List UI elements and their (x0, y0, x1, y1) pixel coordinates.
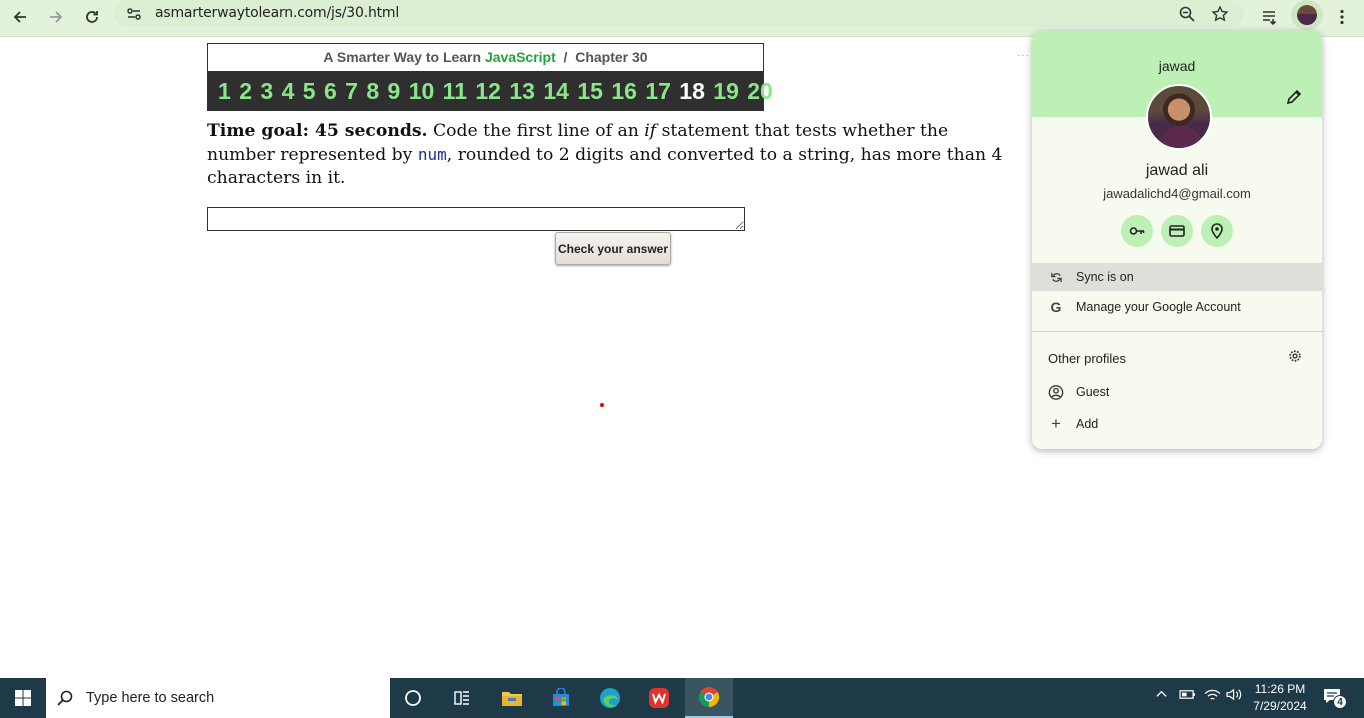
profile-email: jawadalichd4@gmail.com (1103, 186, 1251, 201)
sync-status[interactable]: Sync is on (1032, 263, 1322, 291)
passwords-key-icon[interactable] (1121, 215, 1153, 247)
wps-office-icon[interactable] (635, 678, 683, 718)
guest-person-icon (1048, 384, 1064, 401)
payment-card-icon[interactable] (1161, 215, 1193, 247)
profile-menu: jawad jawad ali jawadalichd4@gmail.com S… (1032, 31, 1322, 449)
time-goal: Time goal: 45 seconds. (207, 121, 428, 141)
chapter-link-9[interactable]: 9 (388, 78, 401, 105)
sync-label: Sync is on (1076, 270, 1134, 284)
chapter-header: A Smarter Way to Learn JavaScript / Chap… (207, 43, 773, 111)
notification-count-badge: 4 (1333, 695, 1347, 709)
clock-date: 7/29/2024 (1253, 699, 1307, 713)
question-part-1: Code the first line of an (427, 121, 645, 141)
plus-icon: + (1051, 414, 1061, 433)
reading-list-icon[interactable] (1255, 2, 1285, 32)
edge-icon[interactable] (586, 678, 634, 718)
chrome-icon[interactable] (685, 678, 733, 718)
google-g-icon: G (1050, 299, 1062, 315)
add-label: Add (1076, 417, 1099, 431)
microsoft-store-icon[interactable] (537, 678, 585, 718)
reload-icon[interactable] (77, 2, 107, 32)
windows-start-icon[interactable] (0, 678, 46, 718)
chapter-link-17[interactable]: 17 (645, 78, 671, 105)
title-javascript-link[interactable]: JavaScript (485, 49, 556, 65)
notifications-icon[interactable]: 4 (1322, 687, 1347, 709)
chapter-link-10[interactable]: 10 (409, 78, 435, 105)
other-profiles-heading: Other profiles (1048, 351, 1127, 366)
bookmark-star-icon[interactable] (1205, 0, 1235, 29)
chapter-link-4[interactable]: 4 (282, 78, 295, 105)
chapter-link-5[interactable]: 5 (303, 78, 316, 105)
windows-taskbar: Type here to search 11:26 PM 7/29/2024 4 (0, 678, 1364, 718)
title-chapter: / Chapter 30 (555, 49, 648, 65)
question-text: Time goal: 45 seconds. Code the first li… (207, 120, 1007, 190)
title-prefix: A Smarter Way to Learn (323, 49, 485, 65)
taskbar-search-input[interactable]: Type here to search (46, 678, 390, 718)
profile-full-name: jawad ali (1145, 162, 1209, 179)
edit-pencil-icon[interactable] (1285, 88, 1303, 106)
answer-textarea[interactable] (207, 207, 745, 231)
cortana-icon[interactable] (389, 678, 437, 718)
url-text: asmarterwaytolearn.com/js/30.html (155, 5, 400, 21)
more-menu-icon[interactable] (1327, 2, 1357, 32)
location-pin-icon[interactable] (1201, 215, 1233, 247)
chapter-link-15[interactable]: 15 (577, 78, 603, 105)
search-placeholder: Type here to search (86, 690, 215, 706)
divider (1032, 331, 1322, 332)
chapter-link-19[interactable]: 19 (713, 78, 739, 105)
task-view-icon[interactable] (438, 678, 486, 718)
zoom-icon[interactable] (1172, 0, 1202, 29)
chapter-link-1[interactable]: 1 (218, 78, 231, 105)
chapter-link-14[interactable]: 14 (543, 78, 569, 105)
ellipsis-dots: ··· (1017, 50, 1030, 61)
chapter-link-20[interactable]: 20 (747, 78, 773, 105)
guest-label: Guest (1076, 385, 1110, 399)
profile-avatar-icon[interactable] (1291, 0, 1323, 30)
forward-icon[interactable] (41, 2, 71, 32)
manage-profiles-gear-icon[interactable] (1288, 349, 1304, 365)
chapter-link-16[interactable]: 16 (611, 78, 637, 105)
chapter-link-7[interactable]: 7 (345, 78, 358, 105)
network-icon[interactable] (1204, 688, 1221, 704)
manage-account-item[interactable]: G Manage your Google Account (1032, 293, 1322, 321)
question-code-num: num (417, 145, 447, 164)
search-icon (57, 690, 73, 706)
question-if-keyword: if (644, 121, 657, 141)
file-explorer-icon[interactable] (488, 678, 536, 718)
chapter-link-2[interactable]: 2 (239, 78, 252, 105)
profile-display-name: jawad (1158, 58, 1196, 74)
guest-profile-item[interactable]: Guest (1032, 378, 1322, 406)
taskbar-clock[interactable]: 11:26 PM 7/29/2024 (1242, 681, 1318, 715)
chapter-link-13[interactable]: 13 (509, 78, 535, 105)
chapter-link-11[interactable]: 11 (443, 78, 467, 105)
add-profile-item[interactable]: + Add (1032, 410, 1322, 438)
site-info-icon[interactable] (119, 0, 149, 29)
chapter-title: A Smarter Way to Learn JavaScript / Chap… (208, 49, 763, 65)
chapter-link-18[interactable]: 18 (679, 78, 705, 105)
cursor-dot (600, 403, 604, 407)
back-icon[interactable] (5, 2, 35, 32)
volume-icon[interactable] (1226, 688, 1243, 704)
chapter-link-12[interactable]: 12 (475, 78, 501, 105)
chapter-nav: 1 2 3 4 5 6 7 8 9 10 11 12 13 14 15 16 17 18 19 20 (208, 71, 773, 111)
tray-chevron-up-icon[interactable] (1155, 688, 1168, 704)
avatar (1146, 84, 1212, 150)
chapter-link-3[interactable]: 3 (260, 78, 273, 105)
sync-icon (1048, 271, 1064, 284)
battery-icon[interactable] (1179, 688, 1196, 704)
chapter-link-6[interactable]: 6 (324, 78, 337, 105)
clock-time: 11:26 PM (1254, 682, 1306, 696)
check-answer-button[interactable]: Check your answer (555, 232, 671, 265)
chapter-link-8[interactable]: 8 (366, 78, 379, 105)
manage-account-label: Manage your Google Account (1076, 300, 1241, 314)
